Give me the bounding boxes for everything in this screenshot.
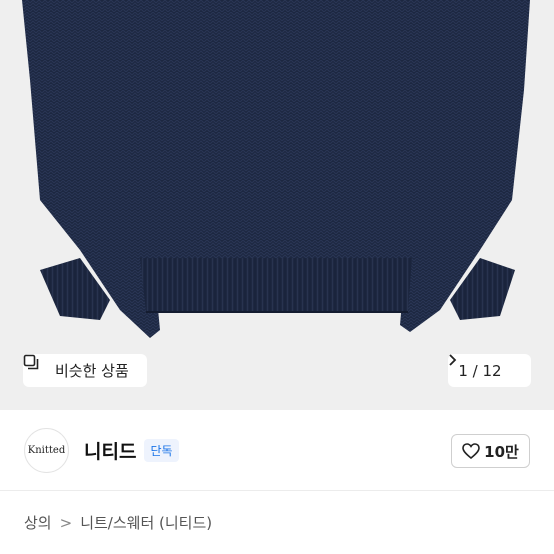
similar-products-button[interactable]: 비슷한 상품 <box>23 354 147 387</box>
heart-outline-icon <box>462 443 480 460</box>
copy-icon <box>23 354 49 379</box>
shop-logo[interactable]: Knitted <box>24 427 69 473</box>
shop-name[interactable]: 니티드 <box>84 437 136 464</box>
shop-info: Knitted 니티드 단독 10만 <box>0 410 554 490</box>
exclusive-badge: 단독 <box>144 438 179 462</box>
breadcrumb: 상의 > 니트/스웨터 (니티드) <box>24 512 212 533</box>
sweater-photo <box>22 0 530 338</box>
like-count: 10만 <box>484 442 519 461</box>
pager-text: 1 / 12 <box>458 361 502 380</box>
chevron-right-icon <box>449 354 521 377</box>
shop-logo-text: Knitted <box>27 444 66 456</box>
breadcrumb-item-category[interactable]: 상의 <box>24 512 52 533</box>
like-button[interactable]: 10만 <box>451 434 530 468</box>
divider <box>0 490 554 491</box>
breadcrumb-item-subcategory[interactable]: 니트/스웨터 (니티드) <box>80 512 212 533</box>
image-pager[interactable]: 1 / 12 <box>448 354 531 387</box>
chevron-right-icon: > <box>59 513 73 532</box>
product-image[interactable]: 비슷한 상품 1 / 12 <box>0 0 554 410</box>
similar-products-label: 비슷한 상품 <box>55 362 129 380</box>
